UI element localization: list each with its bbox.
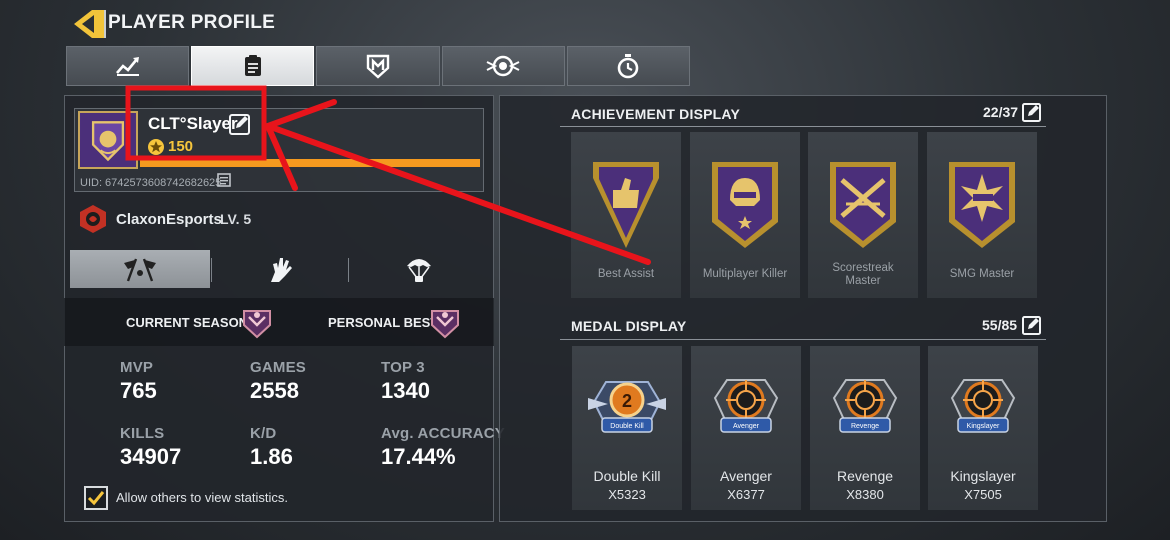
stats-mode-tabs	[70, 250, 488, 288]
medal-name: Double Kill	[593, 468, 661, 484]
copy-uid-icon[interactable]	[217, 173, 232, 188]
achievement-card-scorestreak-master[interactable]: Scorestreak Master	[808, 132, 918, 298]
clan-emblem-icon[interactable]	[78, 204, 108, 234]
xp-progress-bar	[140, 159, 480, 167]
medal-card-revenge[interactable]: Revenge Revenge X8380	[810, 346, 920, 510]
smg-burst-icon	[949, 162, 1015, 248]
subtab-zombies[interactable]	[212, 250, 348, 288]
medal-display-title: MEDAL DISPLAY	[571, 318, 687, 334]
parachute-icon	[406, 259, 431, 282]
medal-count-value: X8380	[846, 487, 884, 502]
stat-accuracy-label: Avg. ACCURACY	[381, 425, 505, 442]
medal-count: 55/85	[982, 317, 1018, 333]
medal-card-double-kill[interactable]: 2 Double Kill Double Kill X5323	[572, 346, 682, 510]
stopwatch-icon	[618, 54, 639, 79]
tab-time[interactable]	[566, 46, 691, 86]
medal-count-value: X5323	[608, 487, 646, 502]
edit-name-icon[interactable]	[229, 113, 251, 135]
medal-card-avenger[interactable]: Avenger Avenger X6377	[691, 346, 801, 510]
stat-accuracy-value: 17.44%	[381, 444, 456, 469]
player-emblem-avatar[interactable]	[78, 111, 138, 169]
edit-achievements-icon[interactable]	[1022, 102, 1042, 122]
achievement-label: SMG Master	[949, 268, 1015, 280]
current-season-label[interactable]: CURRENT SEASON |	[126, 315, 255, 330]
stat-games-value: 2558	[250, 378, 299, 403]
medal-divider	[560, 339, 1046, 340]
stat-top3-value: 1340	[381, 378, 430, 403]
stat-mvp-label: MVP	[120, 359, 154, 376]
medal-count-value: X6377	[727, 487, 765, 502]
stats-graph-icon	[115, 57, 139, 76]
edit-medals-icon[interactable]	[1022, 315, 1042, 335]
clipboard-icon	[244, 55, 261, 76]
achievement-label-line: Master	[845, 275, 881, 287]
achievement-display-title: ACHIEVEMENT DISPLAY	[571, 106, 740, 122]
stat-kd-label: K/D	[250, 425, 277, 442]
stat-kd-value: 1.86	[250, 444, 293, 469]
coin-count: 150	[168, 138, 194, 155]
coin-star-icon	[148, 139, 164, 155]
player-name: CLT°Slayer	[148, 114, 238, 133]
tab-profile[interactable]	[191, 46, 315, 86]
medal-badge-label: Double Kill	[610, 423, 644, 430]
crossed-jets-icon	[830, 162, 896, 248]
achievement-label: Multiplayer Killer	[702, 268, 788, 280]
subtab-battle-royale[interactable]	[349, 250, 488, 288]
tab-stats[interactable]	[66, 46, 190, 86]
gear-badge-icon	[486, 55, 520, 77]
medal-name: Revenge	[836, 468, 894, 484]
shield-emblem-icon	[366, 54, 390, 79]
stat-mvp-value: 765	[120, 378, 157, 403]
medal-double-kill-icon: 2 Double Kill	[588, 381, 666, 433]
achievement-card-best-assist[interactable]: Best Assist	[571, 132, 681, 298]
uid-text: UID: 6742573608742682625	[80, 177, 222, 189]
medal-revenge-icon: Revenge	[832, 379, 898, 433]
best-rank-badge-icon	[431, 310, 459, 339]
helmet-icon	[712, 162, 778, 248]
medal-name: Kingslayer	[950, 468, 1016, 484]
tab-emblem[interactable]	[316, 46, 440, 86]
flags-icon	[124, 258, 156, 282]
medal-kingslayer-icon: Kingslayer	[950, 379, 1016, 433]
achievement-count: 22/37	[983, 104, 1019, 120]
medal-count-value: X7505	[964, 487, 1002, 502]
tab-badges[interactable]	[441, 46, 565, 86]
clan-name[interactable]: ClaxonEsports	[116, 211, 222, 228]
medal-name: Avenger	[720, 468, 772, 484]
allow-stats-checkbox[interactable]	[84, 486, 108, 510]
achievement-card-smg-master[interactable]: SMG Master	[927, 132, 1037, 298]
stat-kills-value: 34907	[120, 444, 182, 469]
stat-games-label: GAMES	[250, 359, 307, 376]
allow-stats-label[interactable]: Allow others to view statistics.	[116, 490, 288, 505]
achievement-label-line: Scorestreak	[832, 262, 894, 274]
clan-level: LV. 5	[220, 211, 252, 227]
stat-kills-label: KILLS	[120, 425, 165, 442]
checkmark-icon	[87, 491, 105, 506]
thumbs-up-icon	[593, 162, 659, 248]
season-rank-badge-icon	[243, 310, 271, 339]
subtab-multiplayer[interactable]	[70, 250, 210, 288]
achievement-label: Scorestreak Master	[808, 262, 918, 288]
medal-badge-label: Revenge	[851, 423, 879, 430]
medal-avenger-icon: Avenger	[713, 379, 779, 433]
achievement-label: Best Assist	[597, 268, 655, 280]
medal-badge-label: Avenger	[733, 423, 760, 430]
stat-top3-label: TOP 3	[381, 359, 425, 376]
page-title: PLAYER PROFILE	[108, 12, 276, 33]
glove-icon	[271, 258, 292, 282]
achievement-card-multiplayer-killer[interactable]: Multiplayer Killer	[690, 132, 800, 298]
back-button[interactable]	[72, 8, 106, 40]
achievement-divider	[560, 126, 1046, 127]
profile-tab-bar	[66, 46, 691, 86]
medal-number-label: 2	[622, 391, 632, 411]
title-divider	[104, 10, 106, 38]
medal-badge-label: Kingslayer	[967, 423, 1000, 430]
medal-card-kingslayer[interactable]: Kingslayer Kingslayer X7505	[928, 346, 1038, 510]
